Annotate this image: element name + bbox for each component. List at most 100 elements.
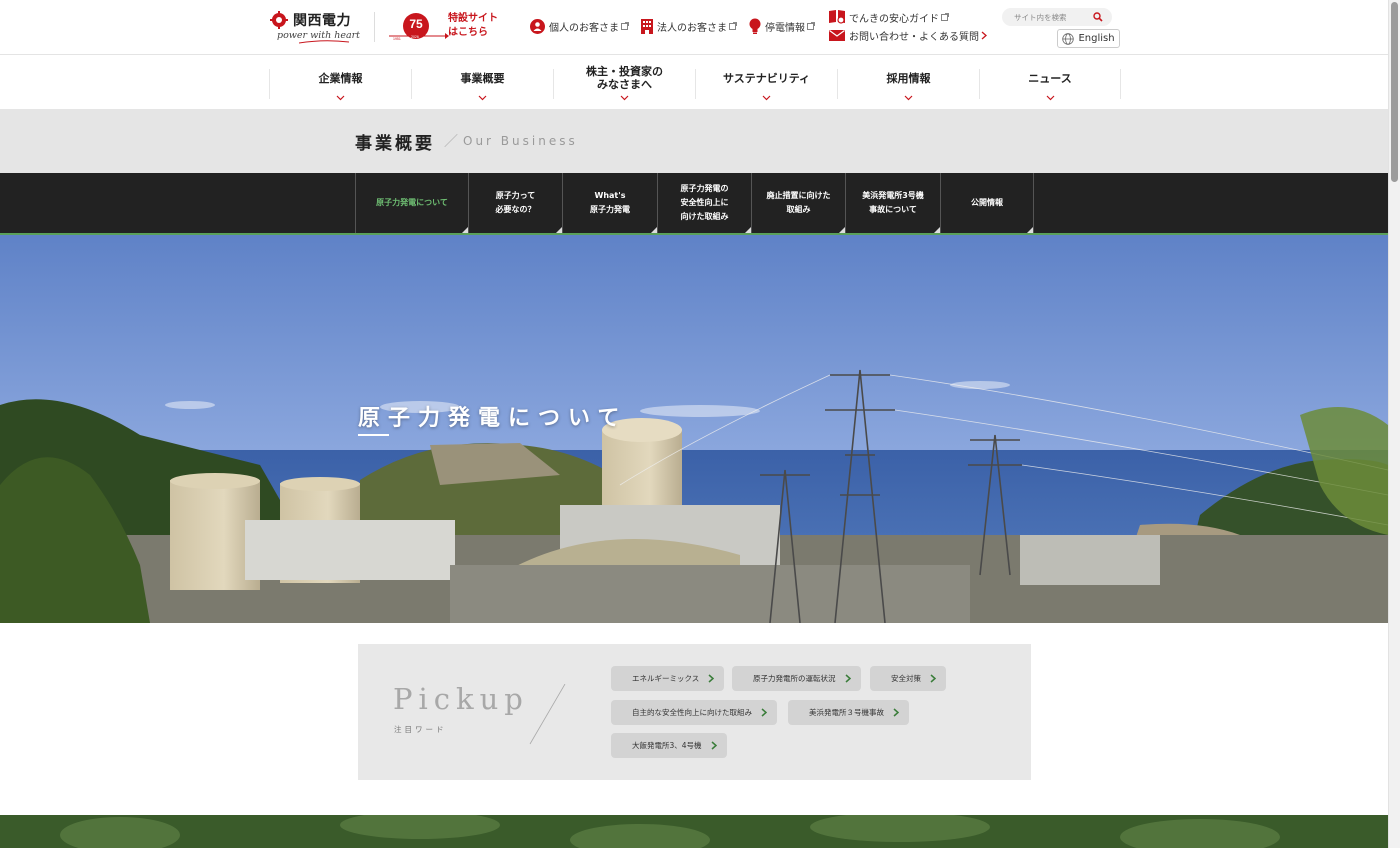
search-input[interactable] [1014, 12, 1094, 22]
pickup-chip-energy-mix[interactable]: エネルギーミックス [611, 666, 725, 691]
gnav-business-overview[interactable]: 事業概要 [411, 69, 553, 101]
anniversary-75-badge-icon[interactable]: 75 1951 2026 [387, 12, 449, 42]
external-link-icon [621, 22, 629, 30]
subnav-label: 公開情報 [971, 198, 1003, 207]
chevron-right-icon [761, 708, 767, 717]
site-search [1002, 8, 1112, 26]
subnav-label: 廃止措置に向けた 取組み [766, 191, 831, 214]
pickup-chip-ohi-units[interactable]: 大飯発電所3、4号機 [611, 733, 727, 758]
kepco-logo[interactable]: 関西電力 power with heart [269, 10, 361, 44]
chip-label: 自主的な安全性向上に向けた取組み [632, 708, 752, 717]
subnav-label: 原子力って 必要なの？ [495, 191, 536, 214]
globe-icon [1062, 32, 1075, 45]
tab-corner [1027, 227, 1033, 233]
denki-guide-link[interactable]: でんきの安心ガイド [829, 9, 949, 25]
pickup-title: Pickup [393, 682, 529, 716]
foliage-section-top [0, 815, 1388, 848]
mail-icon [829, 29, 845, 41]
anniversary-number: 75 [409, 17, 423, 31]
chevron-down-icon [904, 95, 913, 101]
subnav-label: 原子力発電について [376, 198, 448, 207]
chevron-right-icon [845, 674, 851, 683]
special-site-link[interactable]: 特設サイト はこちら [448, 12, 498, 40]
pickup-chip-mihama-accident[interactable]: 美浜発電所３号機事故 [788, 700, 909, 725]
nuclear-plant-photo [0, 235, 1388, 623]
chip-label: 安全対策 [891, 674, 921, 683]
english-language-button[interactable]: English [1057, 29, 1120, 48]
subnav-public-info[interactable]: 公開情報 [940, 173, 1034, 233]
pickup-subtitle: 注目ワード [394, 725, 447, 734]
gnav-sustainability[interactable]: サステナビリティ [695, 69, 837, 101]
gnav-label: ニュース [1028, 72, 1072, 85]
anniversary-year-end: 2026 [411, 35, 419, 39]
chevron-right-icon [711, 741, 717, 750]
chevron-down-icon [620, 95, 629, 101]
logo-text-jp: 関西電力 [293, 13, 351, 29]
scrollbar-thumb[interactable] [1391, 2, 1398, 182]
subnav-whats-nuclear[interactable]: What's 原子力発電 [562, 173, 657, 233]
chevron-right-icon [981, 31, 987, 39]
subnav-label: 美浜発電所3号機 事故について [862, 191, 924, 214]
pickup-box: Pickup 注目ワード エネルギーミックス 原子力発電所の運転状況 安全対策 … [358, 644, 1031, 780]
external-link-icon [807, 22, 815, 30]
search-icon[interactable] [1093, 12, 1103, 22]
chevron-down-icon [336, 95, 345, 101]
subnav-label: 原子力発電の 安全性向上に 向けた取組み [680, 184, 729, 221]
external-link-icon [941, 13, 949, 21]
subnav-decommissioning[interactable]: 廃止措置に向けた 取組み [751, 173, 845, 233]
page-scrollbar[interactable] [1388, 0, 1400, 848]
subnav-safety-improvement[interactable]: 原子力発電の 安全性向上に 向けた取組み [657, 173, 751, 233]
lightbulb-icon [749, 18, 761, 34]
chip-label: エネルギーミックス [632, 674, 700, 683]
anniversary-year-start: 1951 [393, 37, 401, 41]
foliage-texture [60, 815, 1280, 848]
gnav-label: サステナビリティ [722, 72, 811, 85]
gnav-label: 株主・投資家の みなさまへ [586, 65, 663, 91]
chevron-right-icon [930, 674, 936, 683]
outage-info-label: 停電情報 [765, 22, 805, 34]
page-title: 事業概要 [355, 134, 435, 154]
subnav-label: What's 原子力発電 [590, 191, 630, 214]
personal-customers-link[interactable]: 個人のお客さま [530, 18, 629, 34]
hero-title: 原子力発電について [358, 406, 628, 431]
guide-book-icon [829, 10, 845, 24]
chevron-down-icon [1046, 95, 1055, 101]
logo-swoosh-icon [299, 40, 349, 44]
chevron-right-icon [893, 708, 899, 717]
gnav-label: 事業概要 [460, 72, 505, 85]
gnav-investors[interactable]: 株主・投資家の みなさまへ [553, 65, 695, 101]
chevron-down-icon [762, 95, 771, 101]
subnav-about-nuclear[interactable]: 原子力発電について [355, 173, 468, 233]
contact-faq-link[interactable]: お問い合わせ・よくある質問 [829, 27, 987, 43]
subnav-mihama-accident[interactable]: 美浜発電所3号機 事故について [845, 173, 940, 233]
chevron-down-icon [478, 95, 487, 101]
gnav-recruitment[interactable]: 採用情報 [837, 69, 979, 101]
business-customers-label: 法人のお客さま [657, 22, 727, 34]
header-divider [374, 12, 375, 42]
site-header: 関西電力 power with heart 75 1951 2026 特設サイト… [0, 0, 1388, 55]
page-title-en: Our Business [463, 134, 578, 148]
outage-info-link[interactable]: 停電情報 [749, 18, 815, 34]
section-sub-nav: 原子力発電について 原子力って 必要なの？ What's 原子力発電 原子力発電… [0, 173, 1388, 235]
contact-faq-label: お問い合わせ・よくある質問 [849, 31, 979, 43]
hero-title-underline [358, 434, 389, 436]
english-label: English [1078, 33, 1115, 44]
gnav-news[interactable]: ニュース [979, 69, 1121, 101]
pickup-chip-voluntary-safety[interactable]: 自主的な安全性向上に向けた取組み [611, 700, 777, 725]
hero-banner: 原子力発電について [0, 235, 1388, 623]
gnav-label: 企業情報 [318, 72, 363, 85]
gnav-corporate-info[interactable]: 企業情報 [269, 69, 411, 101]
pickup-chip-operation-status[interactable]: 原子力発電所の運転状況 [732, 666, 861, 691]
pickup-chip-safety-measures[interactable]: 安全対策 [870, 666, 946, 691]
chevron-right-icon [708, 674, 715, 683]
kepco-logo-mark-icon [270, 11, 288, 29]
page-title-band: 事業概要 ／ Our Business [0, 109, 1388, 173]
external-link-icon [729, 22, 737, 30]
chip-label: 大飯発電所3、4号機 [632, 741, 702, 750]
chip-label: 原子力発電所の運転状況 [753, 674, 836, 683]
person-icon [530, 18, 545, 34]
business-customers-link[interactable]: 法人のお客さま [641, 18, 737, 34]
denki-guide-label: でんきの安心ガイド [849, 13, 939, 25]
building-icon [641, 18, 653, 34]
subnav-why-nuclear[interactable]: 原子力って 必要なの？ [468, 173, 562, 233]
